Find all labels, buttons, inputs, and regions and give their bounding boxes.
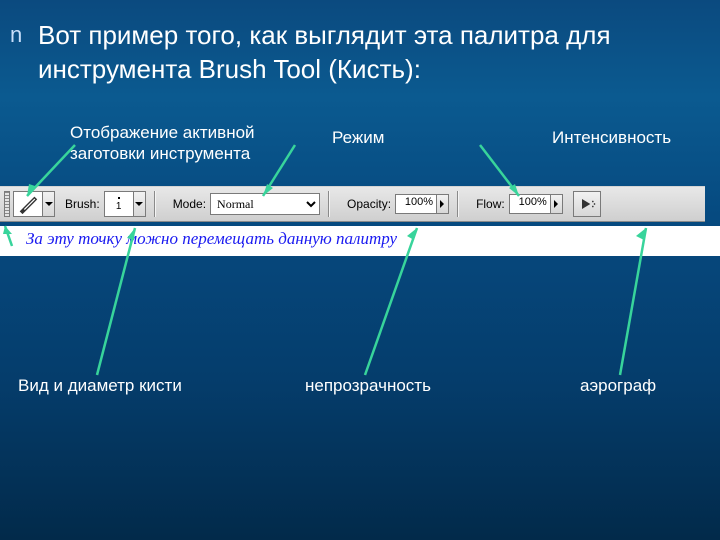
annotation-arrows: [0, 0, 720, 540]
